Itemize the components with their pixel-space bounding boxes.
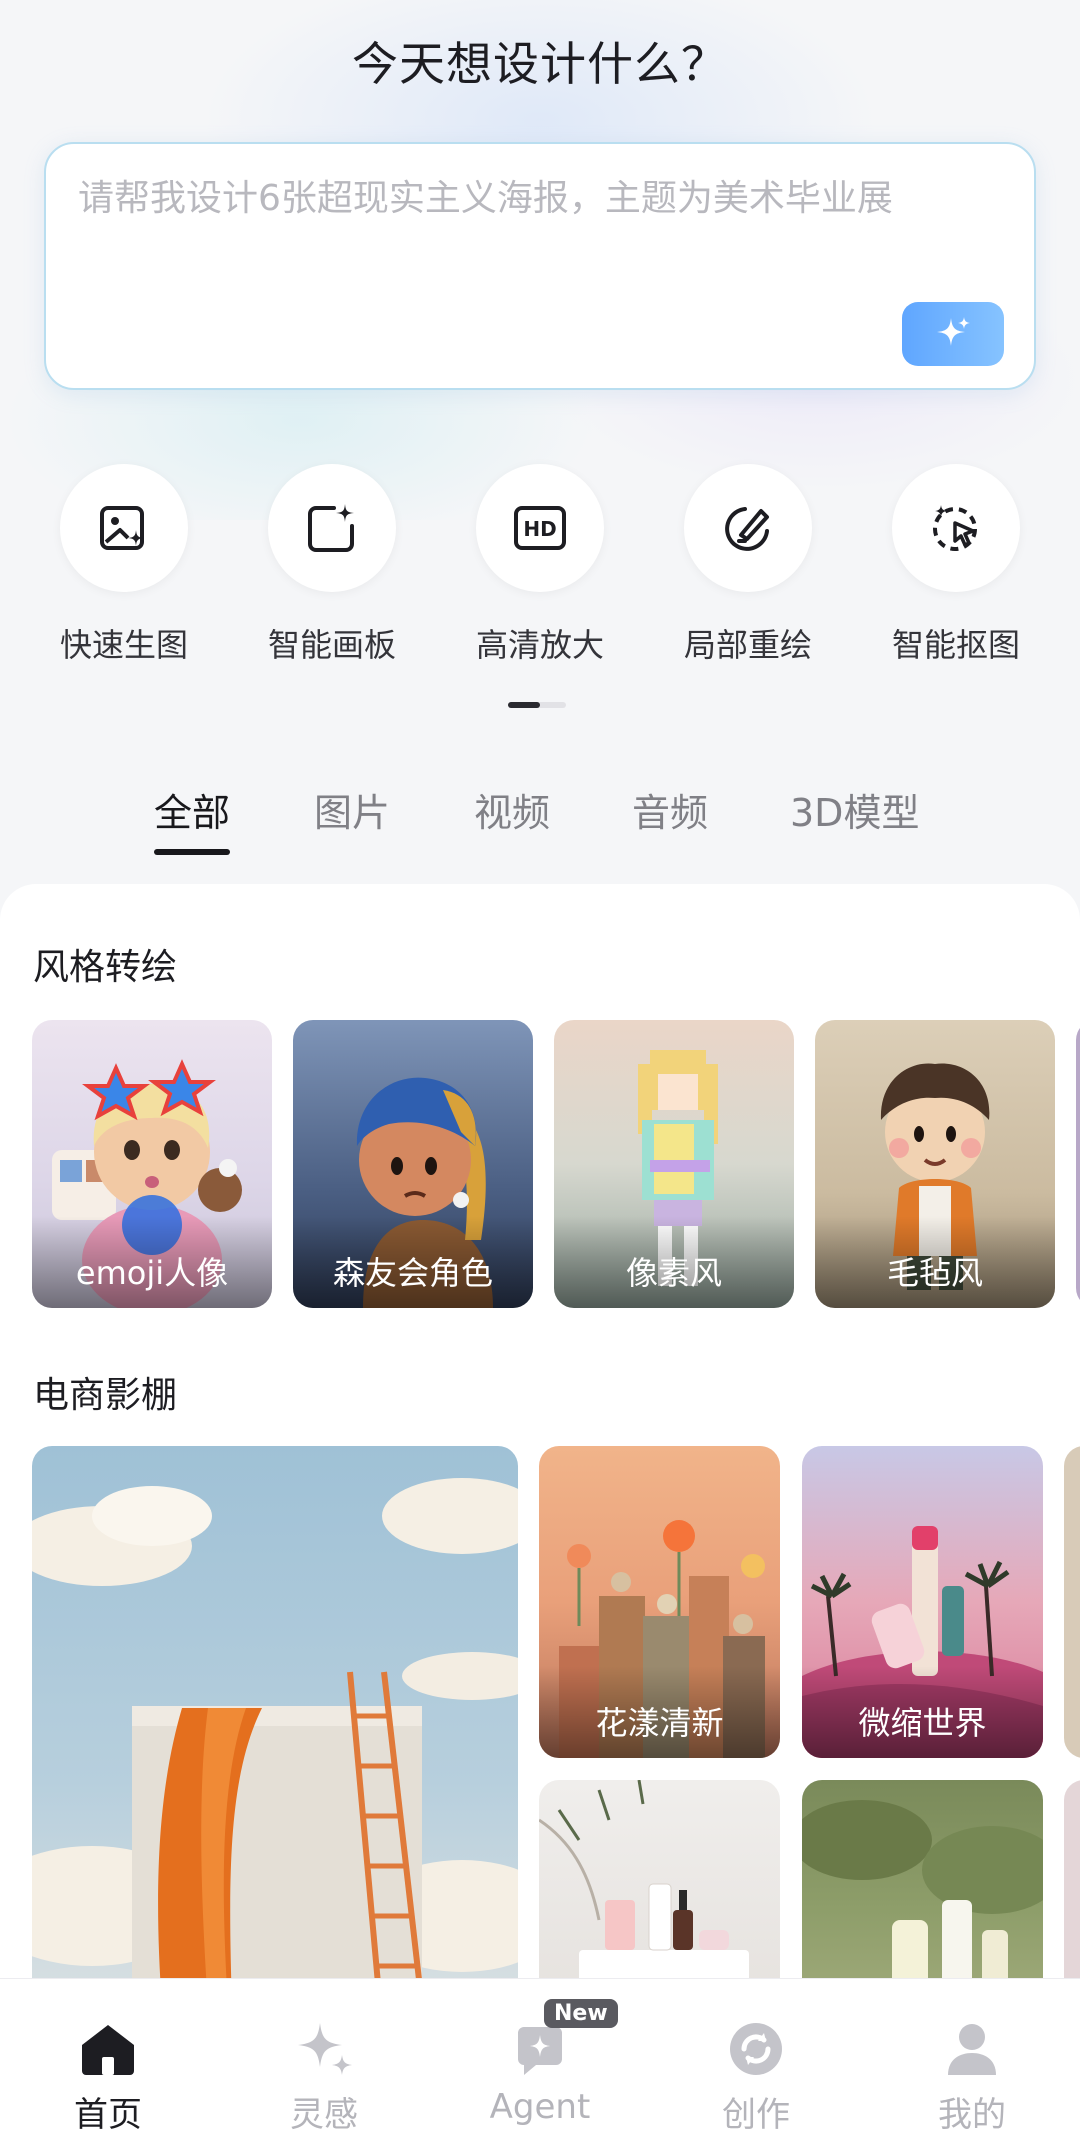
style-card-emoji[interactable]: emoji人像 [32, 1020, 272, 1308]
lasso-icon [933, 505, 977, 551]
hd-icon: HD [514, 506, 566, 550]
generate-button[interactable] [902, 302, 1004, 366]
nav-create[interactable]: 创作 [648, 1979, 864, 2152]
style-card-peek[interactable] [1076, 1020, 1080, 1308]
tool-label: 智能抠图 [891, 626, 1020, 664]
nav-label: 创作 [722, 2095, 790, 2135]
studio-card-featured[interactable] [32, 1446, 518, 2006]
brush-icon [725, 507, 769, 551]
tool-label: 高清放大 [475, 626, 604, 664]
sparkle-icon [298, 2023, 352, 2075]
bottom-nav: 首页 灵感 New Agent 创作 我的 [0, 1978, 1080, 2152]
tool-inpaint[interactable]: 局部重绘 [668, 464, 828, 666]
agent-icon [518, 2027, 562, 2075]
tool-hd-upscale[interactable]: HD 高清放大 [460, 464, 620, 666]
category-tabs: 全部 图片 视频 音频 3D模型 [0, 782, 1080, 855]
nav-label: Agent [489, 2087, 591, 2127]
sparkle-icon [937, 317, 970, 346]
style-card-pixel[interactable]: 像素风 [554, 1020, 794, 1308]
image-sparkle-icon [100, 506, 144, 550]
tool-label: 快速生图 [59, 626, 188, 664]
prompt-placeholder[interactable]: 请帮我设计6张超现实主义海报，主题为美术毕业展 [78, 174, 1002, 224]
section-title-style-transfer: 风格转绘 [33, 947, 178, 988]
sky-podium-image [32, 1478, 518, 2006]
card-label: emoji人像 [32, 1216, 272, 1308]
card-label: 微缩世界 [802, 1666, 1043, 1758]
tool-smart-canvas[interactable]: 智能画板 [252, 464, 412, 666]
page-title: 今天想设计什么？ [352, 37, 728, 91]
card-label: 森友会角色 [293, 1216, 533, 1308]
card-label: 毛毡风 [815, 1216, 1055, 1308]
home-icon [82, 2025, 134, 2075]
nav-label: 我的 [938, 2095, 1006, 2135]
tab-videos[interactable]: 视频 [474, 782, 550, 837]
style-card-felt[interactable]: 毛毡风 [815, 1020, 1055, 1308]
nav-inspiration[interactable]: 灵感 [216, 1979, 432, 2152]
studio-card-floral-fresh[interactable]: 花漾清新 [539, 1446, 780, 1758]
card-label: 花漾清新 [539, 1666, 780, 1758]
nav-label: 灵感 [290, 2095, 358, 2135]
profile-icon [948, 2024, 996, 2075]
page-indicator-active [508, 702, 540, 708]
create-icon [730, 2023, 782, 2075]
tool-label: 智能画板 [267, 626, 396, 664]
tab-3d-models[interactable]: 3D模型 [790, 782, 919, 837]
style-card-animal-crossing[interactable]: 森友会角色 [293, 1020, 533, 1308]
card-label: 像素风 [554, 1216, 794, 1308]
tool-smart-cutout[interactable]: 智能抠图 [876, 464, 1036, 666]
content-panel: 风格转绘 emoji人像 森友会角色 像素风 毛毡风 电商影棚 花漾清新 微缩世… [0, 884, 1080, 2152]
studio-card-peek[interactable] [1064, 1446, 1080, 1758]
svg-text:HD: HD [523, 517, 556, 541]
nav-label: 首页 [74, 2095, 142, 2135]
tools-page-indicator [508, 702, 566, 708]
tab-audio[interactable]: 音频 [632, 782, 708, 837]
tool-shortcuts: 快速生图 智能画板 HD 高清放大 局部重绘 智能抠图 [0, 464, 1080, 664]
prompt-input[interactable]: 请帮我设计6张超现实主义海报，主题为美术毕业展 [44, 142, 1036, 390]
nav-home[interactable]: 首页 [0, 1979, 216, 2152]
tab-images[interactable]: 图片 [314, 782, 390, 837]
tool-label: 局部重绘 [683, 626, 812, 664]
nav-agent[interactable]: New Agent [432, 1979, 648, 2152]
new-badge: New [544, 1999, 618, 2028]
canvas-sparkle-icon [308, 504, 354, 552]
nav-profile[interactable]: 我的 [864, 1979, 1080, 2152]
tab-all[interactable]: 全部 [154, 782, 231, 855]
tool-quick-generate[interactable]: 快速生图 [44, 464, 204, 666]
studio-card-miniature-world[interactable]: 微缩世界 [802, 1446, 1043, 1758]
section-title-ecommerce-studio: 电商影棚 [33, 1375, 178, 1416]
